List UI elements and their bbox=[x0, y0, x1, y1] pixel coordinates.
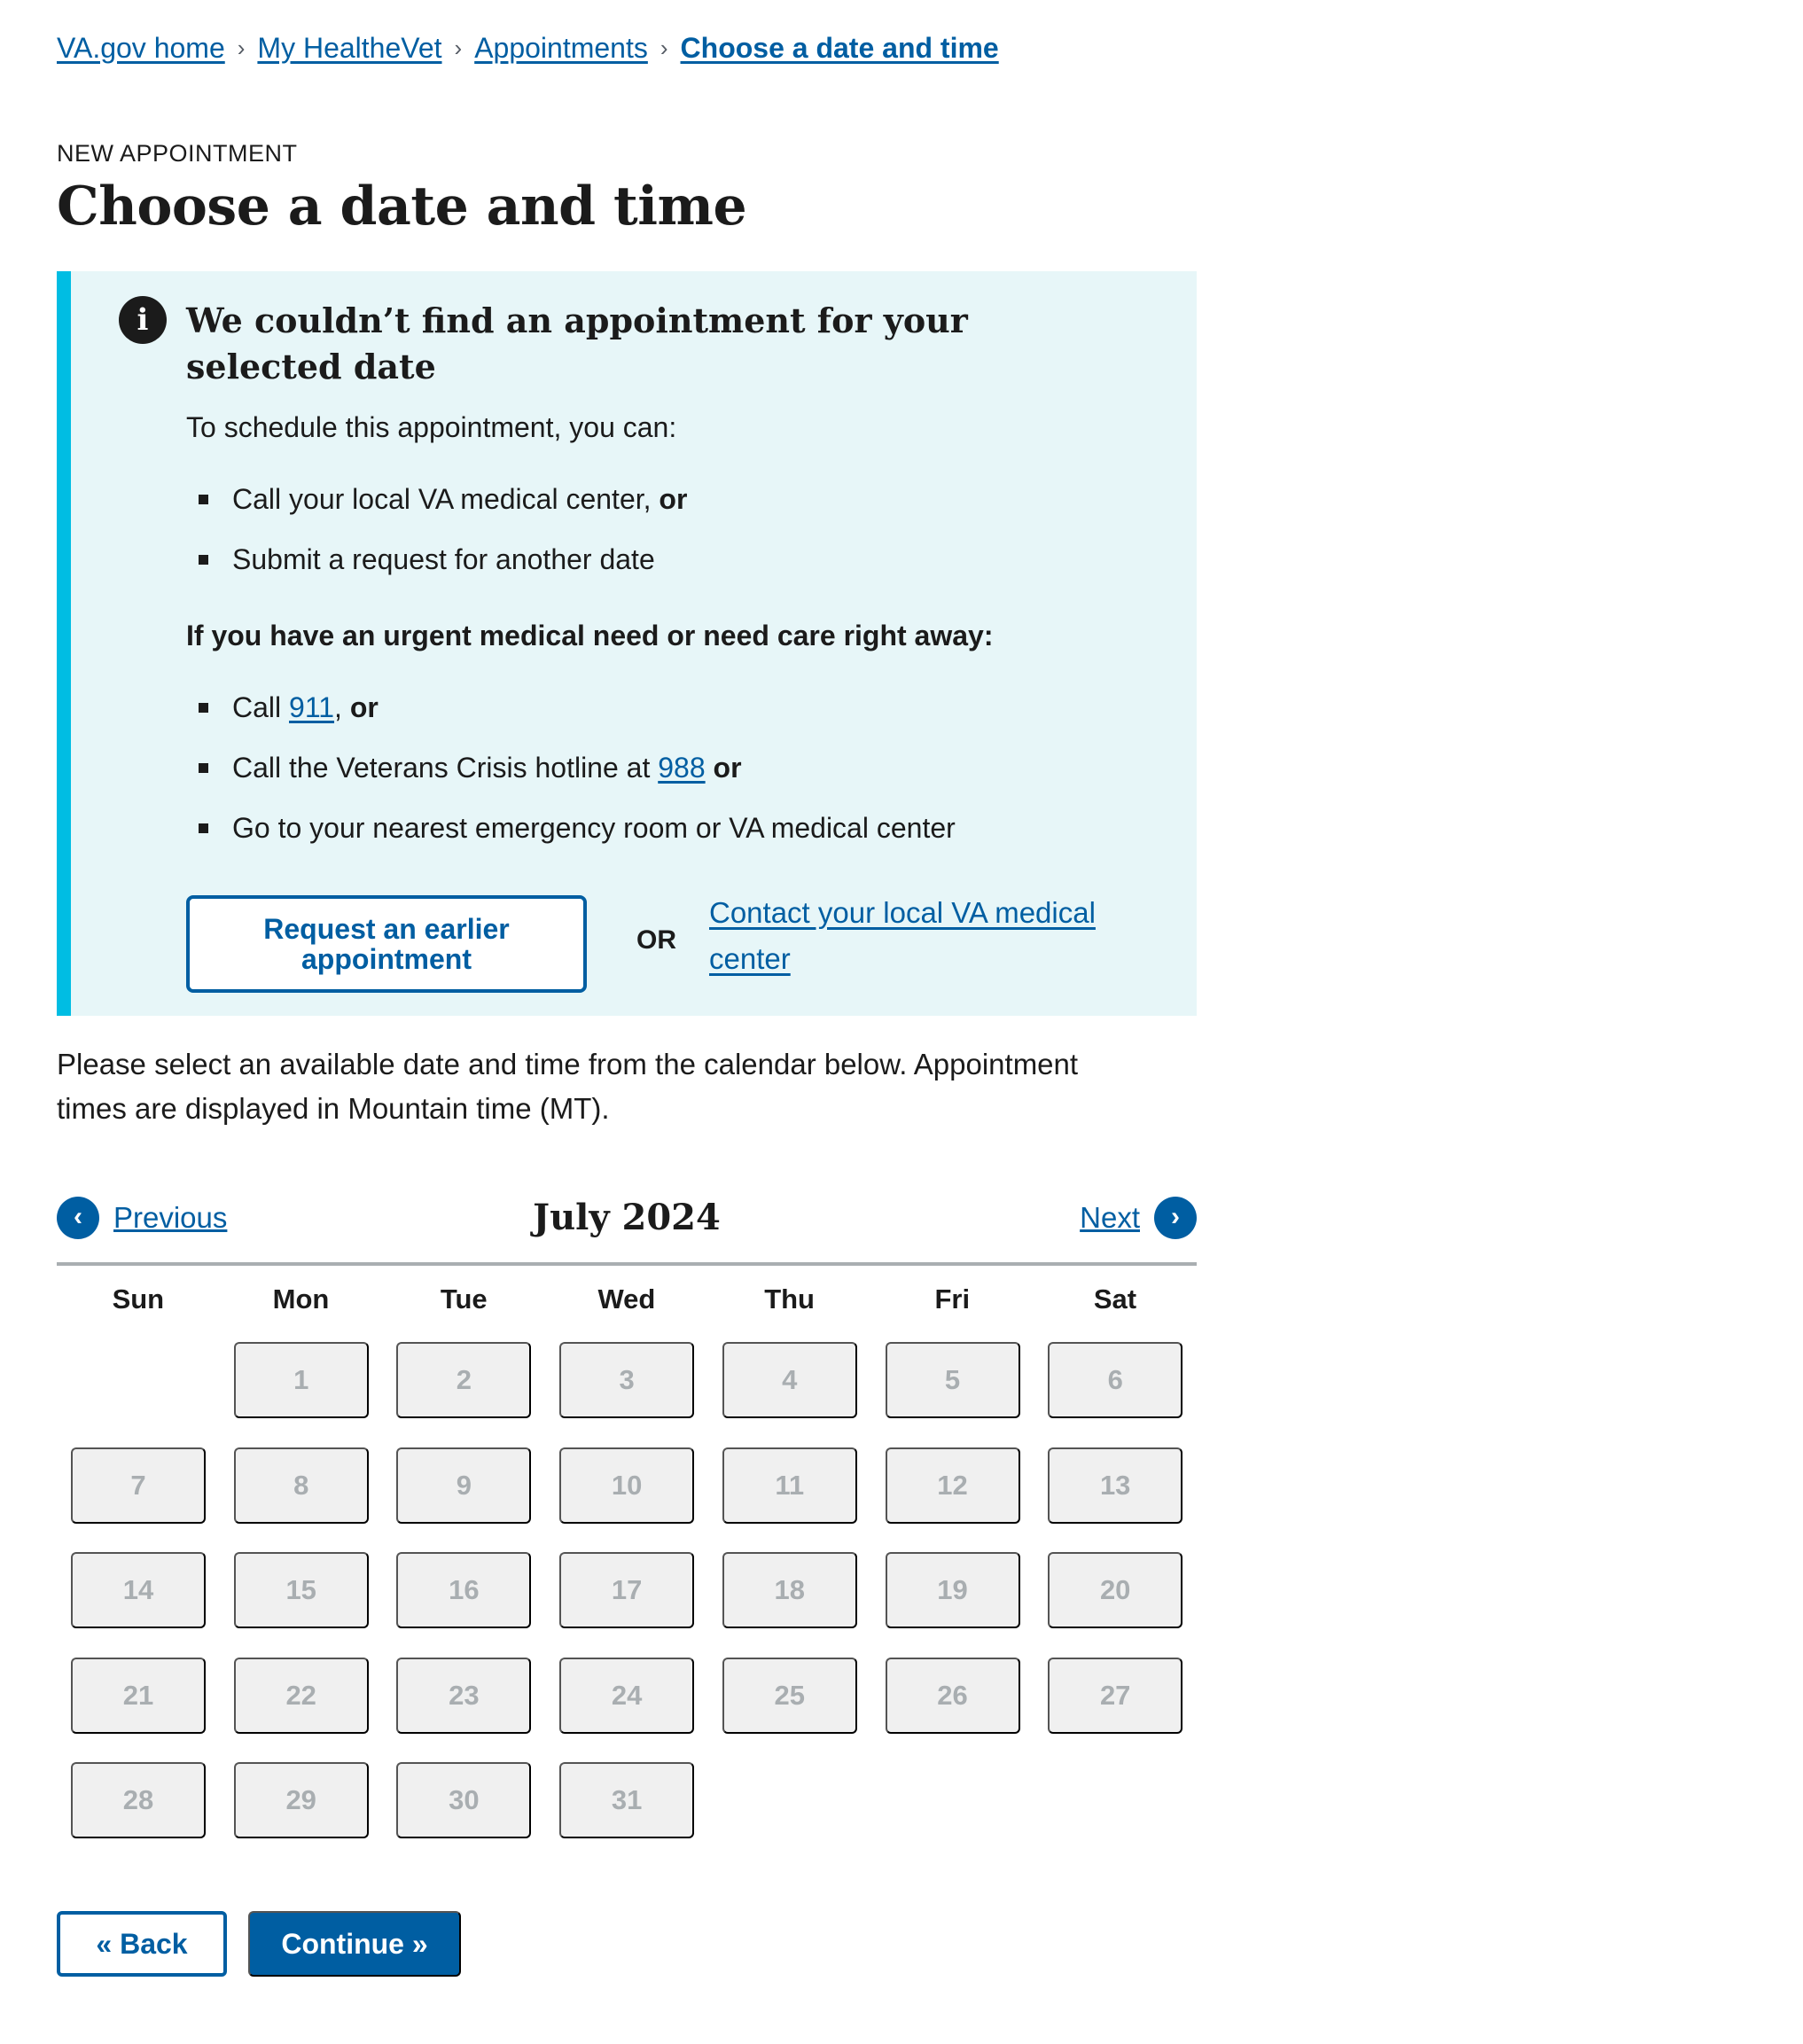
breadcrumb-separator: › bbox=[454, 35, 463, 61]
form-navigation: « Back Continue » bbox=[57, 1911, 461, 1977]
weekday-sat: Sat bbox=[1093, 1283, 1137, 1315]
calendar-month-label: July 2024 bbox=[533, 1197, 721, 1238]
contact-local-va-link[interactable]: Contact your local VA medical center bbox=[709, 890, 1099, 982]
list-item: Go to your nearest emergency room or VA … bbox=[186, 808, 1108, 847]
list-item: Submit a request for another date bbox=[186, 540, 1108, 579]
next-month-button[interactable]: Next › bbox=[1080, 1197, 1197, 1239]
list-item: Call your local VA medical center, or bbox=[186, 480, 1108, 519]
calendar-day[interactable]: 6 bbox=[1048, 1342, 1183, 1418]
calendar-day[interactable]: 15 bbox=[233, 1552, 369, 1628]
calendar-day[interactable]: 29 bbox=[233, 1762, 369, 1838]
continue-button[interactable]: Continue » bbox=[248, 1911, 461, 1977]
alert-intro: To schedule this appointment, you can: bbox=[186, 411, 677, 443]
calendar-day[interactable]: 8 bbox=[233, 1447, 369, 1524]
calendar-day[interactable]: 17 bbox=[559, 1552, 695, 1628]
calendar-day[interactable]: 30 bbox=[396, 1762, 532, 1838]
calendar-day[interactable]: 19 bbox=[885, 1552, 1020, 1628]
weekday-wed: Wed bbox=[597, 1283, 656, 1315]
list-item: Call 911, or bbox=[186, 688, 1108, 727]
weekday-sun: Sun bbox=[112, 1283, 165, 1315]
calendar-day[interactable]: 2 bbox=[396, 1342, 532, 1418]
breadcrumb-link-appointments[interactable]: Appointments bbox=[474, 32, 648, 65]
alert-actions: Request an earlier appointment OR Contac… bbox=[186, 888, 1108, 993]
breadcrumb-link-myhealthevet[interactable]: My HealtheVet bbox=[257, 32, 441, 65]
info-icon: i bbox=[119, 296, 167, 344]
list-item: Call the Veterans Crisis hotline at 988 … bbox=[186, 748, 1108, 787]
calendar-instructions: Please select an available date and time… bbox=[57, 1048, 1079, 1125]
alert-title: We couldn’t find an appointment for your… bbox=[186, 300, 968, 386]
calendar-day[interactable]: 1 bbox=[233, 1342, 369, 1418]
calendar-day[interactable]: 24 bbox=[559, 1657, 695, 1734]
calendar-day[interactable]: 3 bbox=[559, 1342, 695, 1418]
alert-body: We couldn’t find an appointment for your… bbox=[186, 298, 1108, 869]
previous-label: Previous bbox=[113, 1201, 228, 1234]
calendar-day[interactable]: 12 bbox=[885, 1447, 1020, 1524]
call-911-link[interactable]: 911 bbox=[289, 691, 334, 723]
schedule-options-list: Call your local VA medical center, or Su… bbox=[186, 480, 1108, 579]
page-title: Choose a date and time bbox=[57, 176, 747, 238]
calendar-day[interactable]: 9 bbox=[396, 1447, 532, 1524]
calendar-day[interactable]: 28 bbox=[71, 1762, 206, 1838]
breadcrumb-link-home[interactable]: VA.gov home bbox=[57, 32, 225, 65]
chevron-right-icon: › bbox=[1154, 1197, 1197, 1239]
breadcrumb-separator: › bbox=[237, 35, 246, 61]
breadcrumb-separator: › bbox=[660, 35, 668, 61]
weekday-header: Sun Mon Tue Wed Thu Fri Sat bbox=[57, 1283, 1197, 1315]
info-alert: i We couldn’t find an appointment for yo… bbox=[57, 271, 1197, 1016]
calendar-day[interactable]: 16 bbox=[396, 1552, 532, 1628]
calendar-day[interactable]: 18 bbox=[722, 1552, 857, 1628]
calendar-day[interactable]: 10 bbox=[559, 1447, 695, 1524]
next-label: Next bbox=[1080, 1201, 1140, 1234]
eyebrow-label: NEW APPOINTMENT bbox=[57, 140, 298, 167]
calendar-day[interactable]: 11 bbox=[722, 1447, 857, 1524]
weekday-thu: Thu bbox=[764, 1283, 815, 1315]
calendar-day[interactable]: 20 bbox=[1048, 1552, 1183, 1628]
weekday-mon: Mon bbox=[272, 1283, 330, 1315]
breadcrumb-link-current[interactable]: Choose a date and time bbox=[681, 32, 999, 65]
calendar-day[interactable]: 13 bbox=[1048, 1447, 1183, 1524]
calendar-day[interactable]: 31 bbox=[559, 1762, 695, 1838]
calendar-day[interactable]: 27 bbox=[1048, 1657, 1183, 1734]
calendar-day[interactable]: 5 bbox=[885, 1342, 1020, 1418]
calendar-day[interactable]: 22 bbox=[233, 1657, 369, 1734]
calendar-day[interactable]: 25 bbox=[722, 1657, 857, 1734]
calendar-day[interactable]: 26 bbox=[885, 1657, 1020, 1734]
or-label: OR bbox=[636, 925, 676, 955]
urgent-heading: If you have an urgent medical need or ne… bbox=[186, 620, 994, 651]
weekday-tue: Tue bbox=[440, 1283, 488, 1315]
breadcrumb: VA.gov home › My HealtheVet › Appointmen… bbox=[57, 32, 999, 65]
back-button[interactable]: « Back bbox=[57, 1911, 227, 1977]
calendar-day[interactable]: 7 bbox=[71, 1447, 206, 1524]
call-988-link[interactable]: 988 bbox=[658, 752, 705, 784]
calendar-day[interactable]: 21 bbox=[71, 1657, 206, 1734]
calendar-day[interactable]: 23 bbox=[396, 1657, 532, 1734]
previous-month-button[interactable]: ‹ Previous bbox=[57, 1197, 227, 1239]
chevron-left-icon: ‹ bbox=[57, 1197, 99, 1239]
calendar-day[interactable]: 14 bbox=[71, 1552, 206, 1628]
calendar-navigation: July 2024 ‹ Previous Next › bbox=[57, 1197, 1197, 1266]
request-earlier-appointment-button[interactable]: Request an earlier appointment bbox=[186, 895, 587, 993]
urgent-options-list: Call 911, or Call the Veterans Crisis ho… bbox=[186, 688, 1108, 847]
calendar-day[interactable]: 4 bbox=[722, 1342, 857, 1418]
weekday-fri: Fri bbox=[934, 1283, 971, 1315]
